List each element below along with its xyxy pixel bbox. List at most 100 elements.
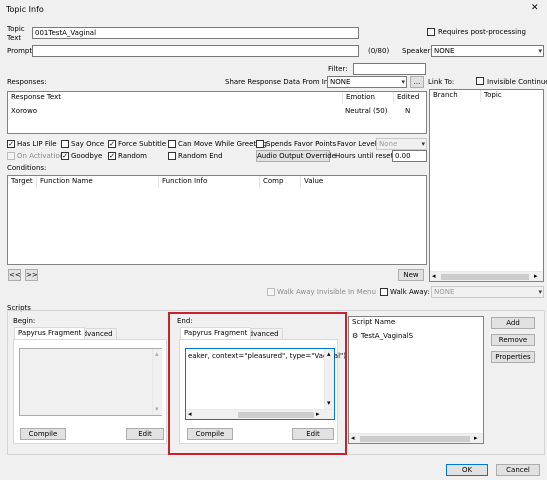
- column-header[interactable]: Response Text: [8, 92, 343, 104]
- column-header[interactable]: Value: [301, 176, 426, 188]
- spends-favor-checkbox[interactable]: [256, 140, 264, 148]
- column-header[interactable]: Script Name: [349, 317, 483, 329]
- script-name: TestA_VaginalS: [361, 332, 414, 340]
- share-response-select[interactable]: NONE ▾: [327, 76, 407, 88]
- force-subtitle-label: Force Subtitle: [118, 140, 167, 148]
- share-response-browse-button[interactable]: ...: [410, 76, 424, 88]
- hours-until-reset-input[interactable]: 0.00: [392, 150, 427, 162]
- speaker-label: Speaker:: [402, 47, 433, 55]
- walk-away-invisible-label: Walk Away Invisible In Menu: [277, 288, 376, 296]
- requires-post-checkbox[interactable]: [427, 28, 435, 36]
- chevron-down-icon: ▾: [538, 47, 542, 55]
- column-header[interactable]: Target: [8, 176, 37, 188]
- ok-button[interactable]: OK: [446, 464, 488, 476]
- scroll-left-icon[interactable]: ◂: [351, 434, 355, 443]
- conditions-prev-button[interactable]: <<: [8, 269, 21, 281]
- column-header[interactable]: Comp: [260, 176, 301, 188]
- walk-away-invisible-checkbox[interactable]: [267, 288, 275, 296]
- on-activation-label: On Activation: [17, 152, 65, 160]
- column-header[interactable]: Branch: [430, 90, 481, 102]
- say-once-checkbox[interactable]: [61, 140, 69, 148]
- horizontal-scrollbar[interactable]: ◂ ▸: [349, 433, 483, 443]
- walk-away-checkbox[interactable]: [380, 288, 388, 296]
- topic-text-label: Topic Text: [7, 25, 25, 42]
- has-lip-checkbox[interactable]: ✓: [7, 140, 15, 148]
- response-text-cell: Xorowo: [11, 107, 38, 115]
- speaker-select[interactable]: NONE ▾: [431, 45, 544, 57]
- walk-away-label: Walk Away:: [390, 288, 430, 296]
- conditions-label: Conditions:: [7, 164, 47, 172]
- has-lip-label: Has LIP File: [17, 140, 57, 148]
- filter-label: Filter:: [328, 65, 348, 73]
- walk-away-select[interactable]: NONE ▾: [431, 286, 544, 298]
- random-end-label: Random End: [178, 152, 223, 160]
- chevron-down-icon: ▾: [421, 140, 425, 148]
- conditions-table[interactable]: Target Function Name Function Info Comp …: [7, 175, 427, 265]
- random-end-checkbox[interactable]: [168, 152, 176, 160]
- script-name-list[interactable]: Script Name ⚙ TestA_VaginalS ◂ ▸: [348, 316, 484, 444]
- edited-cell: N: [405, 107, 411, 115]
- spends-favor-label: Spends Favor Points: [266, 140, 337, 148]
- goodbye-checkbox[interactable]: ✓: [61, 152, 69, 160]
- column-header[interactable]: Edited: [394, 92, 426, 104]
- on-activation-checkbox[interactable]: [7, 152, 15, 160]
- tab-end-papyrus-fragment[interactable]: Papyrus Fragment: [180, 327, 252, 339]
- force-subtitle-checkbox[interactable]: ✓: [108, 140, 116, 148]
- cancel-button[interactable]: Cancel: [496, 464, 540, 476]
- link-to-list[interactable]: Branch Topic ◂ ▸: [429, 89, 544, 282]
- begin-tab-panel: ▴ ▾ Compile Edit: [13, 339, 167, 444]
- random-label: Random: [118, 152, 147, 160]
- script-icon: ⚙: [352, 332, 359, 340]
- prompt-count: (0/80): [368, 47, 390, 55]
- conditions-next-button[interactable]: >>: [25, 269, 38, 281]
- favor-level-select[interactable]: None ▾: [376, 138, 427, 150]
- vertical-scrollbar[interactable]: ▴ ▾: [152, 349, 162, 415]
- prompt-input[interactable]: [32, 45, 359, 57]
- invisible-continue-label: Invisible Continue: [487, 78, 547, 86]
- invisible-continue-checkbox[interactable]: [476, 77, 484, 85]
- prompt-label: Prompt:: [7, 47, 35, 55]
- tab-begin-papyrus-fragment[interactable]: Papyrus Fragment: [14, 327, 86, 339]
- scroll-thumb[interactable]: [441, 274, 529, 280]
- link-to-label: Link To:: [428, 78, 455, 86]
- script-properties-button[interactable]: Properties: [491, 351, 535, 363]
- responses-label: Responses:: [7, 78, 47, 86]
- responses-table[interactable]: Response Text Emotion Edited Xorowo Neut…: [7, 91, 427, 134]
- random-checkbox[interactable]: ✓: [108, 152, 116, 160]
- column-header[interactable]: Function Info: [159, 176, 260, 188]
- chevron-down-icon: ▾: [538, 288, 542, 296]
- emotion-cell: Neutral (50): [345, 107, 388, 115]
- script-add-button[interactable]: Add: [491, 317, 535, 329]
- can-move-checkbox[interactable]: [168, 140, 176, 148]
- hours-until-reset-label: Hours until reset:: [335, 152, 396, 160]
- scroll-right-icon[interactable]: ▸: [474, 434, 478, 443]
- goodbye-label: Goodbye: [71, 152, 103, 160]
- favor-level-label: Favor Level:: [337, 140, 380, 148]
- scroll-right-icon[interactable]: ▸: [534, 272, 538, 281]
- filter-input[interactable]: [353, 63, 426, 75]
- scroll-left-icon[interactable]: ◂: [432, 272, 436, 281]
- scroll-up-icon[interactable]: ▴: [155, 350, 159, 359]
- begin-code-editor[interactable]: ▴ ▾: [19, 348, 162, 416]
- conditions-new-button[interactable]: New: [398, 269, 424, 281]
- begin-compile-button[interactable]: Compile: [20, 428, 66, 440]
- scroll-down-icon[interactable]: ▾: [155, 405, 159, 414]
- list-item[interactable]: ⚙ TestA_VaginalS: [351, 331, 481, 342]
- close-icon[interactable]: ✕: [531, 4, 539, 13]
- horizontal-scrollbar[interactable]: ◂ ▸: [430, 271, 543, 281]
- begin-edit-button[interactable]: Edit: [126, 428, 164, 440]
- scroll-thumb[interactable]: [360, 436, 470, 442]
- column-header[interactable]: Emotion: [343, 92, 394, 104]
- table-row[interactable]: Xorowo Neutral (50) N: [8, 106, 426, 117]
- column-header[interactable]: Topic: [481, 90, 543, 102]
- topic-text-input[interactable]: 001TestA_Vaginal: [32, 27, 359, 39]
- column-header[interactable]: Function Name: [37, 176, 159, 188]
- window-title: Topic Info: [6, 5, 44, 14]
- audio-output-override-button[interactable]: Audio Output Override: [256, 150, 336, 162]
- chevron-down-icon: ▾: [401, 78, 405, 86]
- say-once-label: Say Once: [71, 140, 105, 148]
- begin-label: Begin:: [13, 317, 36, 325]
- share-response-label: Share Response Data From Info:: [225, 78, 338, 86]
- script-remove-button[interactable]: Remove: [491, 334, 535, 346]
- requires-post-label: Requires post-processing: [438, 28, 526, 36]
